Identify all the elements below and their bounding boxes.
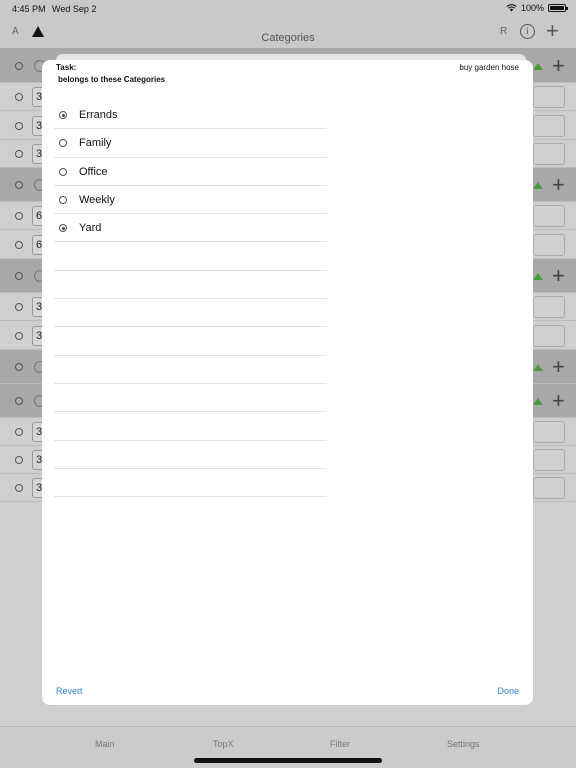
radio-icon[interactable] — [15, 121, 23, 130]
collapse-triangle-icon[interactable] — [533, 364, 543, 371]
category-list: Errands Family Office Weekly Yard — [54, 101, 327, 498]
radio-icon[interactable] — [15, 93, 23, 101]
battery-fill — [550, 6, 564, 10]
tab-filter[interactable]: Filter — [330, 739, 350, 749]
radio-unselected-icon[interactable] — [59, 167, 67, 176]
battery-icon — [548, 4, 568, 12]
empty-row — [54, 384, 327, 413]
category-label: Yard — [79, 222, 102, 235]
collapse-triangle-icon[interactable] — [533, 273, 543, 280]
category-label: Weekly — [79, 193, 115, 206]
empty-row — [54, 271, 327, 300]
nav-title: Categories — [261, 32, 315, 44]
item-field[interactable] — [533, 143, 565, 165]
radio-icon[interactable] — [15, 303, 23, 311]
tab-topx[interactable]: TopX — [213, 739, 234, 749]
category-label: Family — [79, 137, 112, 150]
category-row[interactable]: Yard — [54, 214, 327, 243]
empty-row — [54, 441, 327, 469]
radio-selected-icon[interactable] — [59, 111, 67, 119]
radio-icon[interactable] — [15, 484, 23, 492]
task-name: buy garden hose — [459, 63, 519, 72]
nav-bar: A Categories R i + — [0, 18, 576, 48]
item-field[interactable] — [533, 114, 565, 137]
empty-row — [54, 242, 327, 271]
category-row[interactable]: Office — [54, 158, 327, 186]
category-dialog: Task: buy garden hose belongs to these C… — [42, 60, 533, 705]
radio-unselected-icon[interactable] — [59, 139, 67, 148]
collapse-triangle-icon[interactable] — [533, 182, 543, 189]
radio-unselected-icon[interactable] — [59, 195, 67, 204]
status-indicators: 100% — [506, 3, 568, 13]
plus-icon[interactable]: + — [552, 174, 565, 196]
category-row[interactable]: Weekly — [54, 186, 327, 215]
radio-icon[interactable] — [15, 150, 23, 158]
status-date: Wed Sep 2 — [52, 4, 97, 14]
item-field[interactable] — [533, 86, 565, 108]
empty-row — [54, 356, 327, 384]
revert-button[interactable]: Revert — [56, 686, 83, 696]
radio-selected-icon[interactable] — [59, 224, 67, 233]
category-row[interactable]: Errands — [54, 101, 327, 130]
status-time: 4:45 PM — [12, 4, 46, 14]
radio-icon[interactable] — [15, 397, 23, 405]
empty-row — [54, 412, 327, 441]
empty-row — [54, 299, 327, 328]
radio-icon[interactable] — [15, 331, 23, 340]
item-field[interactable] — [533, 421, 565, 443]
category-label: Office — [79, 165, 108, 178]
radio-icon[interactable] — [15, 240, 23, 249]
item-field[interactable] — [533, 205, 565, 227]
tab-settings[interactable]: Settings — [447, 739, 480, 749]
info-icon[interactable]: i — [520, 24, 535, 39]
status-bar: 4:45 PM Wed Sep 2 100% — [0, 0, 576, 18]
category-label: Errands — [79, 109, 118, 121]
plus-icon[interactable]: + — [552, 390, 565, 412]
plus-icon[interactable]: + — [546, 20, 559, 42]
plus-icon[interactable]: + — [552, 356, 565, 378]
home-indicator — [194, 758, 382, 763]
empty-row — [54, 327, 327, 356]
categories-heading: belongs to these Categories — [58, 75, 166, 84]
radio-icon[interactable] — [15, 428, 23, 436]
battery-percent: 100% — [520, 3, 544, 13]
collapse-triangle-icon[interactable] — [533, 62, 543, 70]
item-field[interactable] — [533, 449, 565, 471]
radio-icon[interactable] — [15, 181, 23, 189]
item-field[interactable] — [533, 477, 565, 499]
category-row[interactable]: Family — [54, 129, 327, 158]
plus-icon[interactable]: + — [552, 265, 565, 287]
task-label: Task: — [56, 63, 77, 72]
collapse-triangle-icon[interactable] — [533, 398, 543, 405]
radio-icon[interactable] — [15, 456, 23, 464]
empty-row — [54, 469, 327, 498]
radio-icon[interactable] — [15, 272, 23, 280]
plus-icon[interactable]: + — [552, 54, 565, 77]
item-field[interactable] — [533, 324, 565, 347]
radio-icon[interactable] — [15, 212, 23, 220]
radio-icon[interactable] — [15, 61, 23, 70]
item-field[interactable] — [533, 296, 565, 318]
item-field[interactable] — [533, 233, 565, 256]
wifi-icon — [506, 4, 517, 12]
tab-main[interactable]: Main — [95, 739, 115, 749]
nav-right-letter[interactable]: R — [500, 26, 507, 37]
radio-icon[interactable] — [15, 363, 23, 371]
done-button[interactable]: Done — [497, 686, 519, 696]
